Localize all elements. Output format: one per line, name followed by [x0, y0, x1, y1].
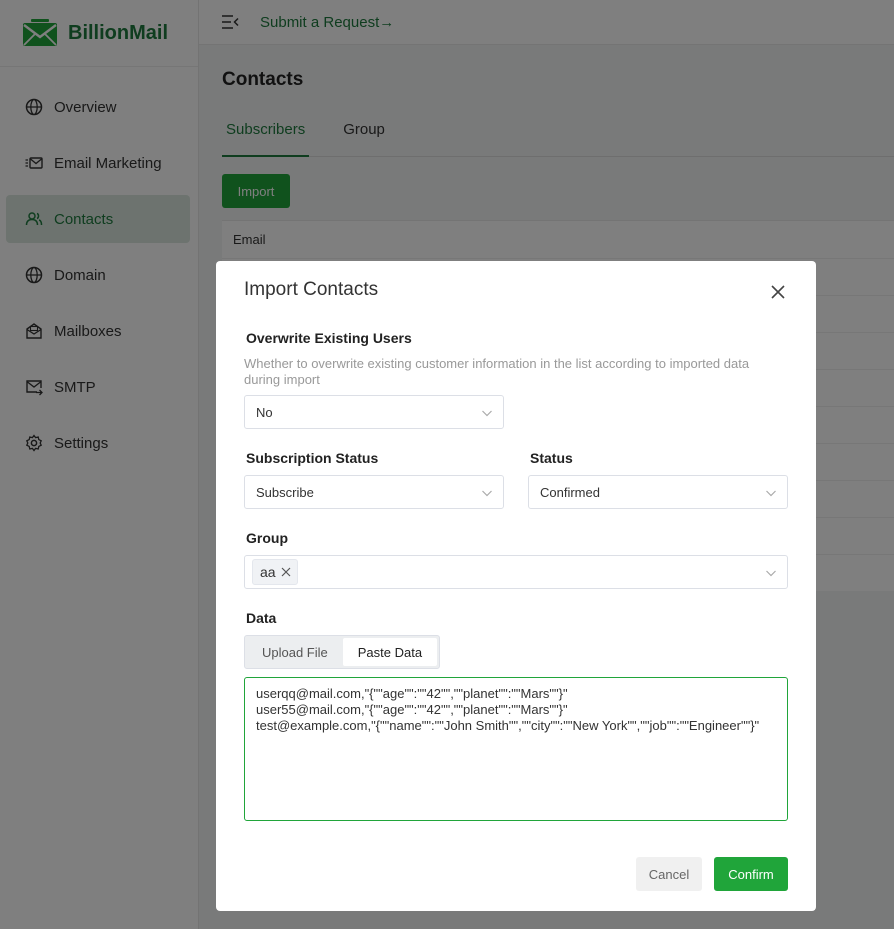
status-label: Status — [530, 450, 573, 466]
dialog-title: Import Contacts — [244, 279, 379, 300]
cancel-button[interactable]: Cancel — [636, 857, 702, 891]
group-tag-label: aa — [260, 564, 276, 580]
subscription-status-select[interactable]: Subscribe — [244, 475, 504, 509]
chevron-down-icon — [765, 567, 777, 579]
status-select[interactable]: Confirmed — [528, 475, 788, 509]
group-select[interactable]: aa — [244, 555, 788, 589]
confirm-button[interactable]: Confirm — [714, 857, 788, 891]
overwrite-description: Whether to overwrite existing customer i… — [244, 356, 750, 387]
overwrite-select[interactable]: No — [244, 395, 504, 429]
chevron-down-icon — [481, 407, 493, 419]
tag-remove-icon[interactable] — [281, 567, 291, 577]
chevron-down-icon — [481, 487, 493, 499]
subscription-status-label: Subscription Status — [246, 450, 379, 466]
paste-data-textarea[interactable]: userqq@mail.com,"{""age"":""42"",""plane… — [244, 677, 788, 821]
upload-file-button[interactable]: Upload File — [247, 638, 343, 666]
subscription-status-value: Subscribe — [256, 484, 314, 500]
import-contacts-dialog: Import Contacts Overwrite Existing Users… — [216, 261, 816, 911]
close-icon[interactable] — [769, 283, 787, 301]
overwrite-label: Overwrite Existing Users — [246, 330, 412, 346]
group-label: Group — [246, 530, 288, 546]
overwrite-select-value: No — [256, 404, 273, 420]
paste-data-button[interactable]: Paste Data — [342, 638, 438, 666]
group-tag: aa — [252, 559, 298, 585]
data-source-toggle: Upload File Paste Data — [244, 635, 441, 669]
status-value: Confirmed — [540, 484, 600, 500]
chevron-down-icon — [765, 487, 777, 499]
data-label: Data — [246, 610, 277, 626]
